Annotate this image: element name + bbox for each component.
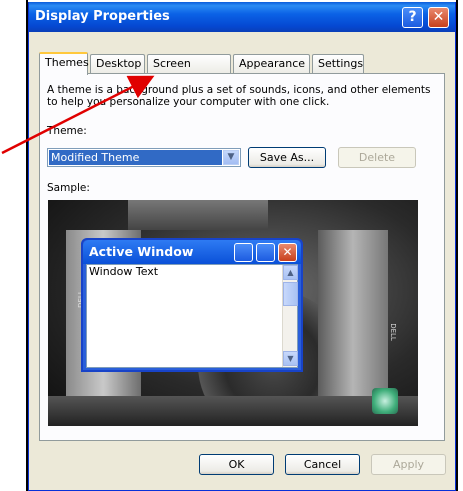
delete-button[interactable]: Delete <box>338 147 416 168</box>
wallpaper-floor <box>48 396 418 426</box>
close-icon: ✕ <box>432 9 445 25</box>
dell-logo-right: DELL <box>388 323 397 341</box>
wallpaper-top-shape <box>128 200 268 230</box>
theme-label: Theme: <box>47 125 87 137</box>
recycle-bin-icon <box>372 388 398 414</box>
theme-dropdown-value: Modified Theme <box>49 150 222 165</box>
themes-panel: A theme is a background plus a set of so… <box>39 73 445 441</box>
tab-appearance[interactable]: Appearance <box>233 54 310 74</box>
theme-dropdown[interactable]: Modified Theme ▼ <box>47 148 241 167</box>
cancel-button[interactable]: Cancel <box>285 454 360 475</box>
close-button[interactable]: ✕ <box>428 7 449 28</box>
scroll-thumb <box>283 282 298 306</box>
title-bar: Display Properties <box>29 2 455 32</box>
active-window-sample: Active Window ✕ Window Text ▲ ▼ <box>81 238 303 372</box>
scroll-down-icon: ▼ <box>283 351 298 366</box>
help-button[interactable]: ? <box>402 7 423 28</box>
active-window-body: Window Text ▲ ▼ <box>86 264 298 368</box>
minimize-icon <box>234 243 253 262</box>
scroll-up-icon: ▲ <box>283 265 298 280</box>
vertical-scrollbar: ▲ ▼ <box>282 265 298 367</box>
apply-button[interactable]: Apply <box>371 454 446 475</box>
tab-themes[interactable]: Themes <box>39 52 89 75</box>
tab-screen-saver[interactable]: Screen Saver <box>147 54 231 88</box>
window-text: Window Text <box>89 265 159 278</box>
save-as-button[interactable]: Save As... <box>248 147 326 168</box>
maximize-icon <box>256 243 275 262</box>
close-icon: ✕ <box>278 243 297 262</box>
theme-preview: DELL DELL Active Window ✕ Window Text ▲ … <box>48 200 418 426</box>
help-icon: ? <box>408 9 417 25</box>
theme-description: A theme is a background plus a set of so… <box>47 84 431 108</box>
display-properties-window: Display Properties ? ✕ Themes Desktop Sc… <box>28 2 456 491</box>
ok-button[interactable]: OK <box>199 454 274 475</box>
tab-settings[interactable]: Settings <box>312 54 364 74</box>
tab-desktop[interactable]: Desktop <box>90 54 145 74</box>
chevron-down-icon[interactable]: ▼ <box>223 150 239 165</box>
window-title: Display Properties <box>35 9 170 24</box>
sample-label: Sample: <box>47 182 90 194</box>
